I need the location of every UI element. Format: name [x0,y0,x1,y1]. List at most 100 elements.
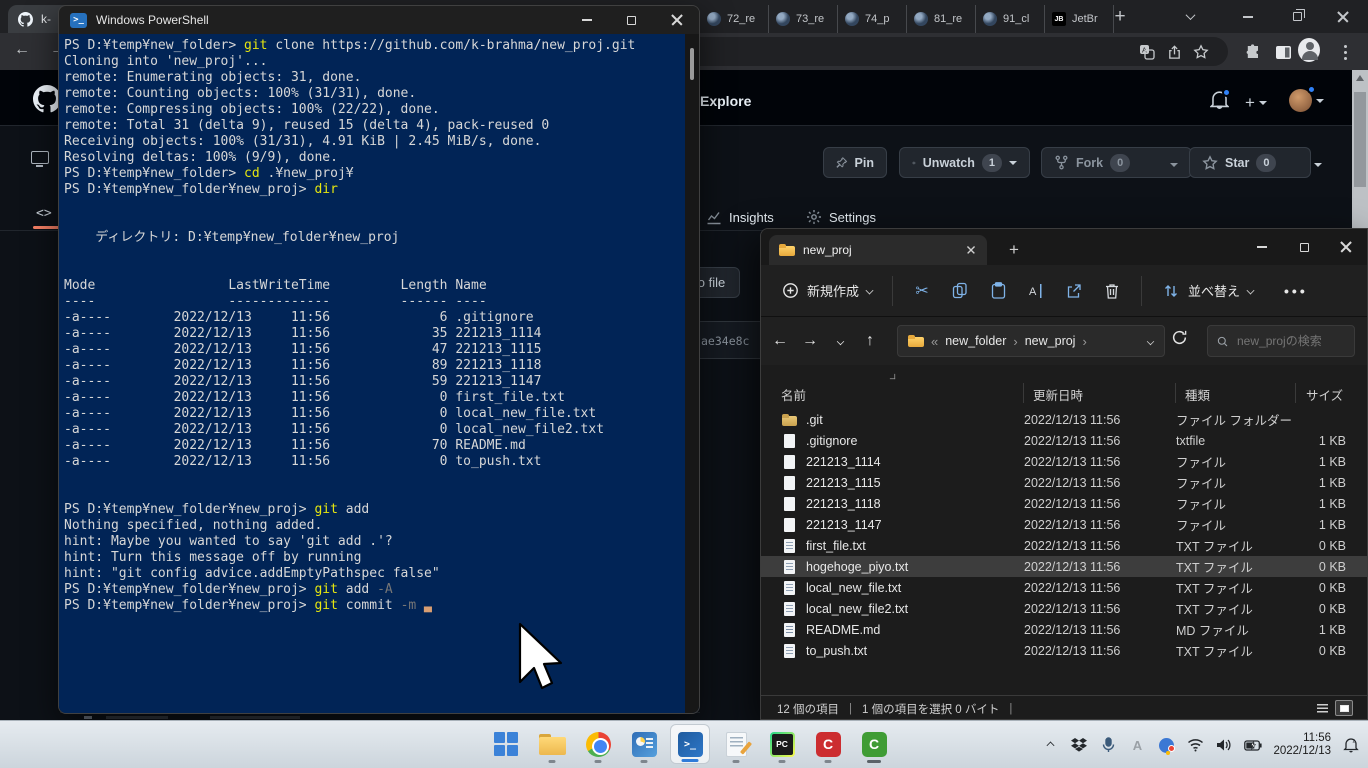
powershell-titlebar[interactable]: >_ Windows PowerShell [59,6,699,34]
scrollbar-thumb[interactable] [690,48,694,80]
wifi-tray-icon[interactable] [1186,736,1204,754]
breadcrumb-item-new-folder[interactable]: new_folder [945,334,1006,348]
pin-button[interactable]: Pin [823,147,887,178]
taskbar-chrome-button[interactable] [578,724,618,764]
explorer-close-button[interactable] [1325,229,1367,265]
tab-insights[interactable]: Insights [706,205,774,229]
browser-back-button[interactable]: ← [14,41,30,59]
explorer-tab[interactable]: new_proj [769,235,987,265]
browser-tab[interactable]: 81_re [907,5,976,33]
star-button[interactable]: Star 0 [1190,154,1288,172]
address-dropdown-chevron[interactable] [1147,337,1154,344]
powershell-scrollbar[interactable] [685,34,699,714]
file-row[interactable]: to_push.txt 2022/12/13 11:56 TXT ファイル 0 … [761,640,1367,661]
browser-restore-button[interactable] [1275,0,1319,33]
powershell-console[interactable]: PS D:¥temp¥new_folder> git clone https:/… [59,34,699,714]
ime-indicator[interactable]: A [1128,736,1146,754]
code-tab-icon[interactable]: <> [36,206,52,221]
scrollbar-thumb[interactable] [1354,92,1366,187]
ps-minimize-button[interactable] [564,6,609,34]
tray-show-hidden-button[interactable] [1041,736,1059,754]
github-avatar[interactable] [1289,89,1312,112]
file-row[interactable]: first_file.txt 2022/12/13 11:56 TXT ファイル… [761,535,1367,556]
taskbar-notepad-button[interactable] [716,724,756,764]
browser-tab[interactable]: 74_p [838,5,907,33]
breadcrumb-collapsed[interactable]: « [931,334,938,349]
new-item-button[interactable]: 新規作成 [771,273,882,309]
ps-close-button[interactable] [654,6,699,34]
tab-close-icon[interactable] [967,246,975,254]
file-row[interactable]: .git 2022/12/13 11:56 ファイル フォルダー [761,409,1367,430]
commit-hash[interactable]: ae34e8c [701,334,749,348]
browser-tab[interactable]: 72_re [700,5,769,33]
explore-link[interactable]: Explore [700,93,751,109]
column-divider[interactable] [1175,383,1176,403]
share-icon[interactable] [1163,41,1185,63]
taskbar-explorer-button[interactable] [532,724,572,764]
rename-button[interactable]: A [1017,273,1055,309]
scroll-up-arrow[interactable] [1356,75,1364,81]
notification-center-button[interactable]: z [1342,736,1360,754]
unwatch-button[interactable]: Unwatch 1 [899,147,1030,178]
file-row[interactable]: 221213_1115 2022/12/13 11:56 ファイル 1 KB [761,472,1367,493]
browser-tab[interactable]: 91_cl [976,5,1045,33]
explorer-maximize-button[interactable] [1283,229,1325,265]
search-box[interactable] [1207,325,1355,357]
browser-profile-avatar[interactable] [1298,39,1320,61]
refresh-button[interactable] [1171,329,1188,351]
tab-search-chevron[interactable] [1168,0,1212,33]
new-tab-button[interactable]: + [1106,3,1134,31]
nav-forward-button[interactable]: → [795,326,825,356]
side-panel-icon[interactable] [1272,41,1294,63]
breadcrumb[interactable]: « new_folder › new_proj › [897,325,1165,357]
google-profile-tray-icon[interactable] [1157,736,1175,754]
tab-settings[interactable]: Settings [806,205,876,229]
column-divider[interactable] [1295,383,1296,403]
taskbar-monitor-app-button[interactable] [624,724,664,764]
file-row[interactable]: local_new_file2.txt 2022/12/13 11:56 TXT… [761,598,1367,619]
breadcrumb-item-new-proj[interactable]: new_proj [1025,334,1076,348]
translate-icon[interactable]: A [1136,41,1158,63]
create-new-button[interactable]: + [1245,93,1267,113]
column-date[interactable]: 更新日時 [1033,385,1083,404]
column-divider[interactable] [1023,383,1024,403]
star-dropdown[interactable] [1302,156,1334,170]
browser-tab[interactable]: 73_re [769,5,838,33]
ps-maximize-button[interactable] [609,6,654,34]
column-type[interactable]: 種類 [1185,385,1210,404]
cut-button[interactable]: ✂ [903,273,941,309]
notifications-bell-button[interactable] [1210,91,1229,115]
file-row[interactable]: local_new_file.txt 2022/12/13 11:56 TXT … [761,577,1367,598]
extensions-icon[interactable] [1242,41,1264,63]
file-row[interactable]: hogehoge_piyo.txt 2022/12/13 11:56 TXT フ… [761,556,1367,577]
column-name[interactable]: 名前 [781,385,806,404]
browser-menu-kebab[interactable] [1334,41,1356,63]
browser-tab[interactable]: JB JetBr [1045,5,1114,33]
browser-minimize-button[interactable] [1226,0,1270,33]
github-logo-icon[interactable] [33,85,61,113]
file-row[interactable]: 221213_1147 2022/12/13 11:56 ファイル 1 KB [761,514,1367,535]
nav-back-button[interactable]: ← [765,326,795,356]
copy-button[interactable] [941,273,979,309]
list-view-button[interactable] [1313,700,1331,716]
taskbar-powershell-button[interactable]: >_ [670,724,710,764]
volume-tray-icon[interactable] [1215,736,1233,754]
taskbar-camtasia-button[interactable]: C [808,724,848,764]
taskbar-recorder-button[interactable]: C [854,724,894,764]
explorer-minimize-button[interactable] [1241,229,1283,265]
start-button[interactable] [486,724,526,764]
nav-recent-chevron[interactable] [825,326,855,356]
avatar-caret-icon[interactable] [1316,99,1324,103]
sort-button[interactable]: 並べ替え [1152,273,1263,309]
taskbar-clock[interactable]: 11:56 2022/12/13 [1273,732,1331,758]
bookmark-star-icon[interactable] [1190,41,1212,63]
fork-button[interactable]: Fork 0 [1042,154,1142,172]
taskbar-pycharm-button[interactable]: PC [762,724,802,764]
paste-button[interactable] [979,273,1017,309]
file-row[interactable]: README.md 2022/12/13 11:56 MD ファイル 1 KB [761,619,1367,640]
more-options-button[interactable]: ••• [1275,273,1317,309]
large-icons-view-button[interactable] [1335,700,1353,716]
explorer-new-tab-button[interactable]: + [1001,237,1027,263]
dropbox-tray-icon[interactable] [1070,736,1088,754]
share-button[interactable] [1055,273,1093,309]
